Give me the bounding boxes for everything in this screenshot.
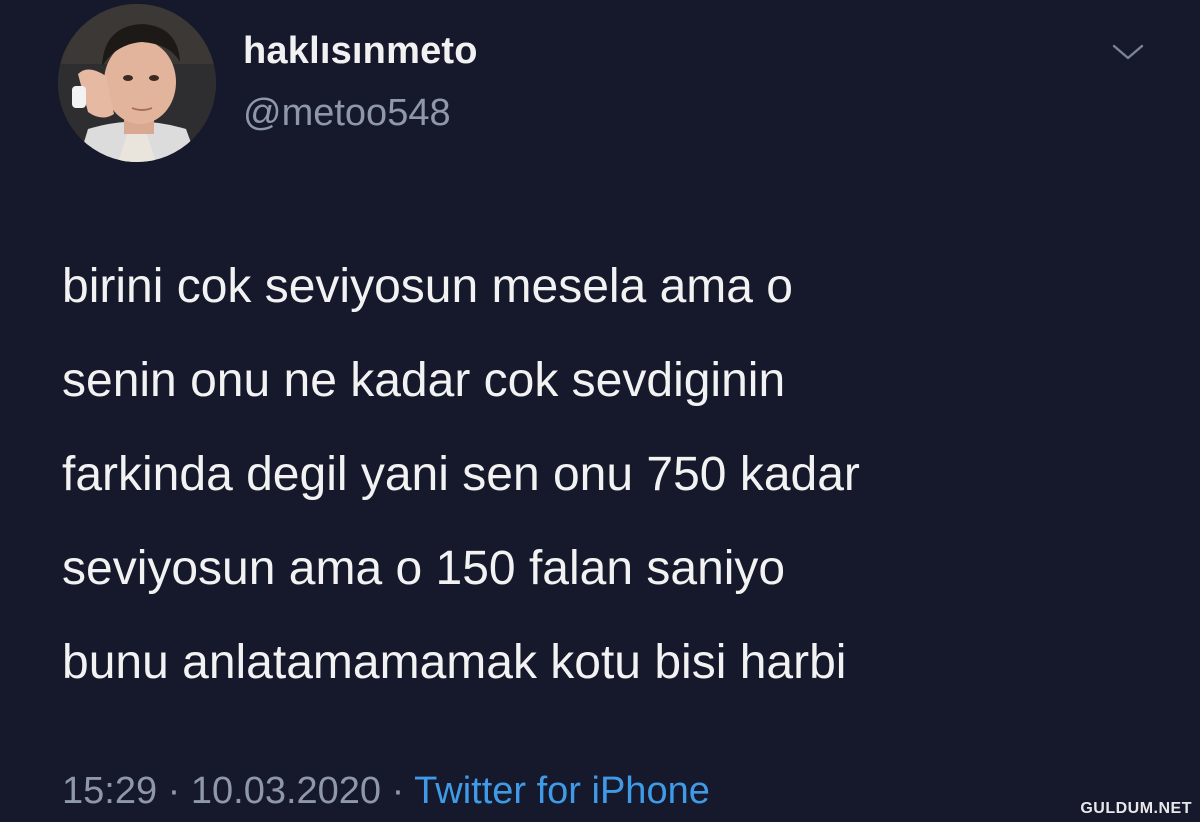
tweet-text-line: birini cok seviyosun mesela ama o xyxy=(62,260,793,313)
tweet-text: birini cok seviyosun mesela ama o senin … xyxy=(62,240,1162,710)
tweet-text-line: farkinda degil yani sen onu 750 kadar xyxy=(62,448,860,501)
tweet-text-line: bunu anlatamamamak kotu bisi harbi xyxy=(62,636,847,689)
tweet-card: haklısınmeto @metoo548 birini cok seviyo… xyxy=(0,0,1200,822)
tweet-source-link[interactable]: Twitter for iPhone xyxy=(414,770,710,812)
tweet-meta: 15:29 · 10.03.2020 · Twitter for iPhone xyxy=(62,770,710,813)
tweet-text-line: senin onu ne kadar cok sevdiginin xyxy=(62,354,786,407)
tweet-text-line: seviyosun ama o 150 falan saniyo xyxy=(62,542,786,595)
profile-photo xyxy=(58,4,216,162)
meta-separator: · xyxy=(167,770,181,812)
tweet-date[interactable]: 10.03.2020 xyxy=(191,770,381,812)
tweet-time[interactable]: 15:29 xyxy=(62,770,157,812)
chevron-down-icon[interactable] xyxy=(1110,40,1146,64)
avatar[interactable] xyxy=(58,4,216,162)
display-name[interactable]: haklısınmeto xyxy=(243,30,478,73)
meta-separator: · xyxy=(391,770,405,812)
watermark: GULDUM.NET xyxy=(1080,800,1192,817)
user-handle[interactable]: @metoo548 xyxy=(243,92,451,135)
